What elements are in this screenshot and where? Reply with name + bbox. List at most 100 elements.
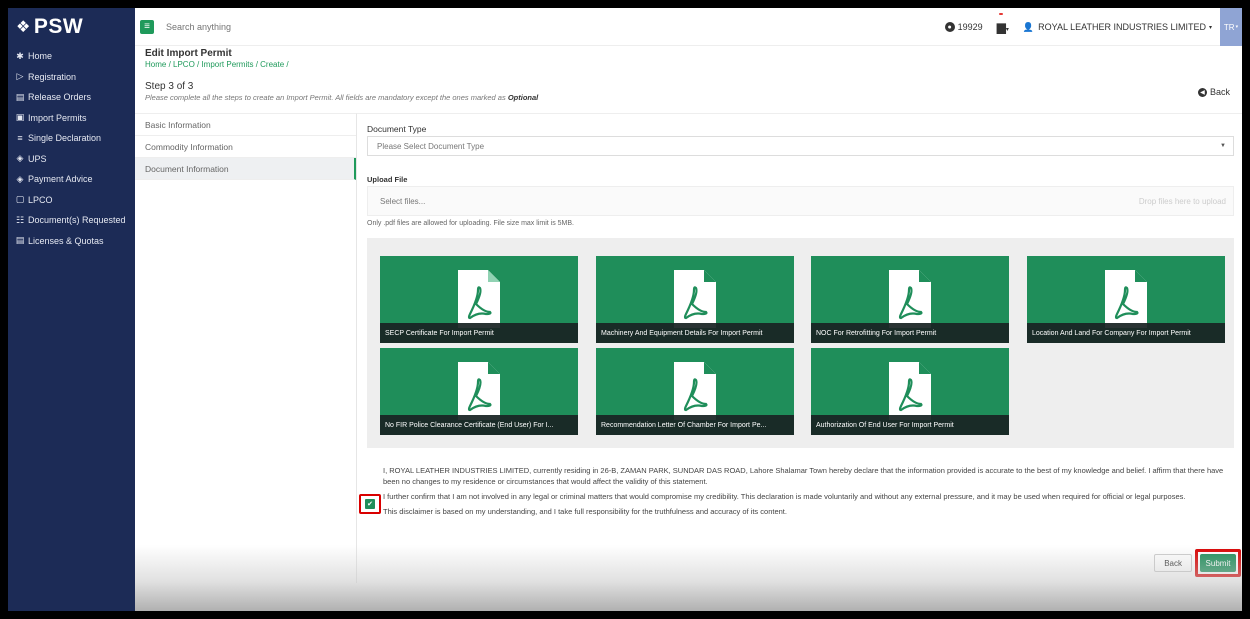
registration-icon: ▷ (16, 71, 24, 82)
sidebar-item-label: Import Permits (28, 112, 87, 123)
sidebar-item-release-orders[interactable]: ▤ Release Orders (8, 87, 135, 108)
document-type-select[interactable]: Please Select Document Type ▼ (367, 136, 1234, 156)
coin-balance[interactable]: ● 19929 (944, 22, 983, 32)
select-files-button[interactable]: Select files... (380, 197, 425, 206)
breadcrumb[interactable]: Home / LPCO / Import Permits / Create / (145, 60, 289, 69)
upload-note: Only .pdf files are allowed for uploadin… (367, 220, 574, 227)
hamburger-icon: ≡ (144, 21, 150, 32)
notification-badge (998, 13, 1003, 15)
back-button[interactable]: Back (1154, 554, 1192, 572)
pdf-file-icon (1105, 270, 1147, 328)
home-icon: ✱ (16, 50, 24, 61)
user-avatar[interactable]: TR ▾ (1220, 8, 1242, 46)
back-arrow-icon: ◀ (1197, 87, 1207, 97)
steps-nav: Basic Information Commodity Information … (135, 113, 357, 583)
chevron-down-icon: ▼ (1220, 143, 1226, 149)
document-card[interactable]: Authorization Of End User For Import Per… (811, 348, 1009, 435)
notifications-dropdown[interactable]: ▆▾ (996, 13, 1009, 34)
document-type-label: Document Type (367, 124, 427, 134)
sidebar-item-payment-advice[interactable]: ◈ Payment Advice (8, 169, 135, 190)
menu-toggle-button[interactable]: ≡ (140, 19, 154, 34)
coin-count: 19929 (957, 22, 983, 32)
pdf-file-icon (458, 270, 500, 328)
submit-button-highlight: Submit (1195, 549, 1241, 577)
permit-icon: ▣ (15, 112, 25, 123)
sidebar-item-lpco[interactable]: ▢ LPCO (8, 190, 135, 211)
declaration-paragraph: I further confirm that I am not involved… (383, 492, 1186, 501)
document-card[interactable]: Location And Land For Company For Import… (1027, 256, 1225, 343)
main-content: Edit Import Permit Home / LPCO / Import … (135, 46, 1242, 611)
submit-button[interactable]: Submit (1200, 554, 1236, 572)
search-input[interactable] (166, 21, 466, 32)
sidebar-item-label: LPCO (28, 194, 53, 205)
document-card-label: NOC For Retrofitting For Import Permit (811, 323, 1009, 343)
sidebar: ❖ PSW ✱ Home ▷ Registration ▤ Release Order… (8, 8, 135, 611)
step-title: Step 3 of 3 (145, 81, 194, 92)
psw-logo-icon: ❖ (16, 19, 31, 36)
top-bar: ≡ ● 19929 ▆▾ 👤 ROYAL LEATHER INDUSTRIES … (135, 8, 1242, 46)
ups-icon: ◈ (16, 153, 24, 164)
document-card-label: Recommendation Letter Of Chamber For Imp… (596, 415, 794, 435)
document-card[interactable]: No FIR Police Clearance Certificate (End… (380, 348, 578, 435)
top-right-controls: ● 19929 ▆▾ 👤 ROYAL LEATHER INDUSTRIES LI… (944, 8, 1242, 46)
license-icon: ▤ (15, 235, 25, 246)
declaration-icon: ≡ (17, 133, 23, 144)
step-description: Please complete all the steps to create … (145, 93, 538, 102)
app-window: ❖ PSW ✱ Home ▷ Registration ▤ Release Order… (8, 8, 1242, 611)
chevron-down-icon: ▾ (1235, 24, 1239, 30)
drop-hint: Drop files here to upload (1138, 196, 1226, 206)
inbox-icon: ▆ (996, 20, 1006, 34)
coin-icon: ● (944, 22, 955, 32)
upload-dropzone[interactable]: Select files... Drop files here to uploa… (367, 186, 1234, 216)
pdf-file-icon (674, 270, 716, 328)
document-card[interactable]: SECP Certificate For Import Permit (380, 256, 578, 343)
step-commodity-information[interactable]: Commodity Information (135, 136, 356, 158)
declaration-text: I, ROYAL LEATHER INDUSTRIES LIMITED, cur… (383, 465, 1232, 521)
sidebar-item-label: Home (28, 51, 53, 62)
checkmark-icon: ✔ (367, 501, 373, 508)
document-card[interactable]: Machinery And Equipment Details For Impo… (596, 256, 794, 343)
chevron-down-icon: ▾ (1208, 24, 1212, 31)
step-basic-information[interactable]: Basic Information (135, 114, 356, 136)
declaration-checkbox-highlight: ✔ (359, 494, 381, 514)
declaration-paragraph: I, ROYAL LEATHER INDUSTRIES LIMITED, cur… (383, 466, 1224, 486)
sidebar-item-ups[interactable]: ◈ UPS (8, 149, 135, 170)
document-card-label: Authorization Of End User For Import Per… (811, 415, 1009, 435)
sidebar-item-label: Single Declaration (28, 133, 102, 144)
sidebar-item-label: Document(s) Requested (28, 215, 126, 226)
back-link[interactable]: ◀ Back (1197, 87, 1230, 97)
user-initials: TR (1223, 22, 1235, 32)
document-card[interactable]: Recommendation Letter Of Chamber For Imp… (596, 348, 794, 435)
document-card-label: No FIR Police Clearance Certificate (End… (380, 415, 578, 435)
sidebar-item-documents-requested[interactable]: ☷ Document(s) Requested (8, 210, 135, 231)
step-description-text: Please complete all the steps to create … (145, 93, 506, 102)
sidebar-item-registration[interactable]: ▷ Registration (8, 67, 135, 88)
document-card[interactable]: NOC For Retrofitting For Import Permit (811, 256, 1009, 343)
declaration-checkbox[interactable]: ✔ (365, 499, 375, 509)
sidebar-item-label: UPS (28, 153, 47, 164)
sidebar-item-import-permits[interactable]: ▣ Import Permits (8, 108, 135, 129)
sidebar-item-label: Licenses & Quotas (28, 235, 104, 246)
pdf-file-icon (458, 362, 500, 420)
document-card-label: SECP Certificate For Import Permit (380, 323, 578, 343)
brand-logo[interactable]: ❖ PSW (8, 8, 135, 46)
sidebar-item-label: Payment Advice (28, 174, 93, 185)
document-card-label: Machinery And Equipment Details For Impo… (596, 323, 794, 343)
page-title: Edit Import Permit (145, 48, 232, 59)
sidebar-item-label: Release Orders (28, 92, 92, 103)
chevron-down-icon: ▾ (1005, 27, 1009, 33)
step-document-information[interactable]: Document Information (135, 158, 356, 180)
document-form: Document Type Please Select Document Typ… (357, 113, 1242, 583)
optional-label: Optional (507, 93, 539, 102)
lpco-icon: ▢ (15, 194, 25, 205)
sidebar-item-label: Registration (28, 71, 77, 82)
sidebar-item-single-declaration[interactable]: ≡ Single Declaration (8, 128, 135, 149)
document-card-label: Location And Land For Company For Import… (1027, 323, 1225, 343)
declaration-paragraph: This disclaimer is based on my understan… (383, 507, 787, 516)
payment-icon: ◈ (16, 173, 24, 184)
documents-panel: SECP Certificate For Import Permit Machi… (367, 238, 1234, 448)
document-type-placeholder: Please Select Document Type (377, 141, 485, 151)
sidebar-item-home[interactable]: ✱ Home (8, 46, 135, 67)
company-dropdown[interactable]: 👤 ROYAL LEATHER INDUSTRIES LIMITED ▾ (1023, 22, 1212, 33)
sidebar-item-licenses-quotas[interactable]: ▤ Licenses & Quotas (8, 231, 135, 252)
